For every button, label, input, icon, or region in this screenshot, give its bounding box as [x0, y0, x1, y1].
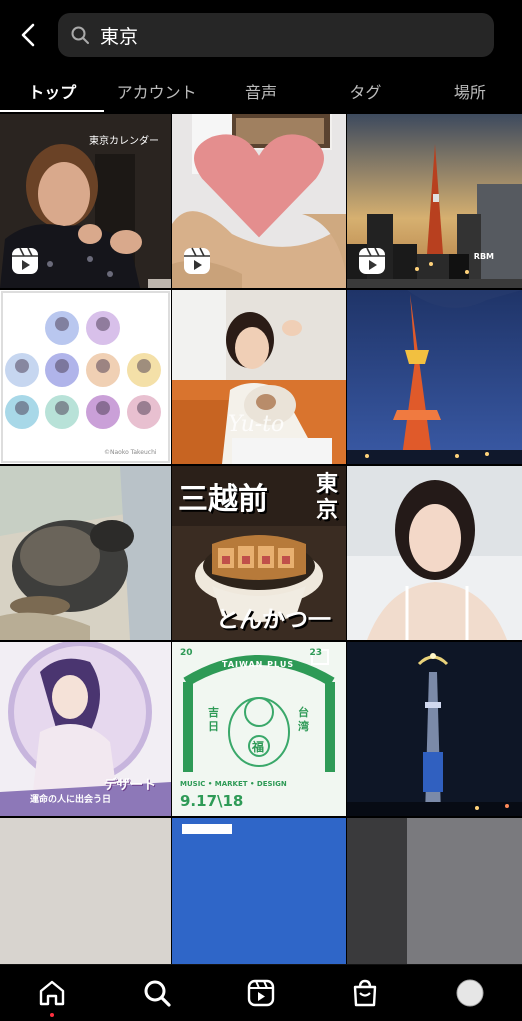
back-button[interactable]: [12, 18, 46, 52]
nav-profile[interactable]: [444, 967, 496, 1019]
grid-post-15[interactable]: [347, 818, 522, 964]
poster-left-vertical: 吉日: [208, 706, 219, 733]
grid-post-14[interactable]: [172, 818, 346, 964]
home-icon: [39, 980, 65, 1006]
tab-audio[interactable]: 音声: [209, 70, 313, 112]
grid-post-3[interactable]: RBM: [347, 114, 522, 288]
notification-dot: [50, 1013, 55, 1017]
shop-name-text: とんかつ一: [216, 607, 331, 633]
nav-reels[interactable]: [235, 967, 287, 1019]
partial-post-image: [0, 818, 171, 964]
portrait-photo: [347, 466, 522, 640]
grid-post-8[interactable]: 三越前 東京 とんかつ一: [172, 466, 346, 640]
credit-text: ©Naoko Takeuchi: [104, 449, 157, 456]
shop-icon: [354, 979, 377, 1007]
tokyo-title-vertical: 東京: [316, 472, 339, 523]
grid-post-5[interactable]: Yu-to: [172, 290, 346, 464]
anime-badges-photo: [0, 290, 171, 464]
watermark-text: Yu-to: [228, 412, 285, 437]
reels-icon: [12, 247, 38, 274]
tab-places[interactable]: 場所: [418, 70, 522, 112]
grid-post-2[interactable]: [172, 114, 346, 288]
grid-post-12[interactable]: [347, 642, 522, 816]
search-input[interactable]: 東京: [58, 13, 494, 57]
nav-home[interactable]: [26, 967, 78, 1019]
search-query: 東京: [100, 25, 139, 48]
grid-post-10[interactable]: デザート 運命の人に出会う日: [0, 642, 171, 816]
grid-post-7[interactable]: [0, 466, 171, 640]
tokyo-tower-night-photo: [347, 290, 522, 464]
grid-post-4[interactable]: ©Naoko Takeuchi: [0, 290, 171, 464]
search-icon: [70, 24, 92, 46]
tab-top[interactable]: トップ: [0, 70, 105, 112]
grid-post-13[interactable]: [0, 818, 171, 964]
girl-with-cat-photo: [172, 290, 346, 464]
partial-post-image: [172, 818, 346, 964]
poster-dates: 9.17\18: [180, 792, 244, 810]
poster-brand: TAIWAN PLUS: [222, 660, 295, 669]
shop-area-title: 三越前: [178, 482, 268, 517]
illustration-title: デザート: [104, 778, 157, 793]
poster-tags: MUSIC • MARKET • DESIGN: [180, 780, 287, 788]
bottom-navigation: [0, 964, 522, 1021]
nav-search[interactable]: [131, 967, 183, 1019]
poster-right-vertical: 台湾: [298, 706, 309, 733]
building-sign: RBM: [473, 252, 494, 261]
grid-post-9[interactable]: [347, 466, 522, 640]
search-tabs: トップ アカウント 音声 タグ 場所: [0, 70, 522, 112]
tile-caption: 東京カレンダー: [89, 136, 159, 147]
grid-post-11[interactable]: 20 23 TAIWAN PLUS 吉日 台湾 福 MUSIC • MARKET…: [172, 642, 346, 816]
illustration-subtitle: 運命の人に出会う日: [30, 795, 112, 805]
sleeping-dog-photo: [0, 466, 171, 640]
reels-icon: [359, 247, 385, 274]
poster-center-char: 福: [252, 740, 265, 754]
top-header: 東京 トップ アカウント 音声 タグ 場所: [0, 0, 522, 112]
poster-year-left: 20: [180, 648, 193, 658]
grid-post-6[interactable]: [347, 290, 522, 464]
grid-post-1[interactable]: 東京カレンダー: [0, 114, 171, 288]
tab-accounts[interactable]: アカウント: [104, 70, 208, 112]
reels-icon: [247, 979, 275, 1007]
skytree-night-photo: [347, 642, 522, 816]
chevron-left-icon: [21, 23, 35, 47]
explore-grid: 東京カレンダー RBM ©Naoko Takeuchi Yu-to 三越前 東京…: [0, 114, 522, 964]
partial-post-image: [347, 818, 522, 964]
poster-year-right: 23: [309, 648, 322, 658]
reels-icon: [184, 247, 210, 274]
nav-shop[interactable]: [339, 967, 391, 1019]
tab-tags[interactable]: タグ: [313, 70, 417, 112]
profile-avatar: [456, 979, 484, 1007]
search-icon: [144, 980, 171, 1007]
